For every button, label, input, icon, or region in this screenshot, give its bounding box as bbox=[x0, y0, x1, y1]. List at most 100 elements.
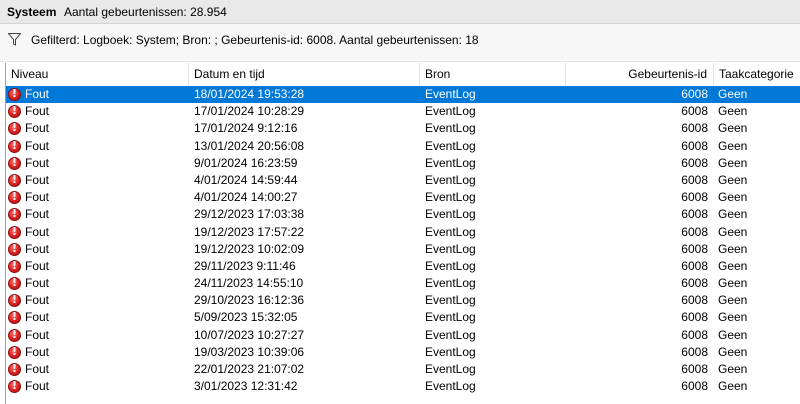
cell-task-category: Geen bbox=[718, 258, 748, 273]
table-row[interactable]: Fout 9/01/2024 16:23:59 EventLog 6008 Geen bbox=[6, 155, 800, 172]
cell-date: 17/01/2024 9:12:16 bbox=[194, 121, 298, 136]
error-icon bbox=[8, 362, 21, 376]
cell-task-category: Geen bbox=[718, 344, 748, 359]
cell-source: EventLog bbox=[425, 310, 476, 325]
cell-date: 29/10/2023 16:12:36 bbox=[194, 293, 305, 308]
cell-task-category: Geen bbox=[718, 362, 748, 376]
cell-task-category: Geen bbox=[718, 379, 748, 394]
cell-date: 3/01/2023 12:31:42 bbox=[194, 379, 298, 394]
cell-task-category: Geen bbox=[718, 207, 748, 222]
cell-event-id: 6008 bbox=[681, 310, 708, 325]
error-icon bbox=[8, 310, 21, 325]
cell-level: Fout bbox=[25, 138, 50, 153]
table-row[interactable]: Fout 17/01/2024 9:12:16 EventLog 6008 Geen bbox=[6, 120, 800, 137]
error-icon bbox=[8, 121, 21, 136]
error-icon bbox=[8, 379, 21, 394]
cell-event-id: 6008 bbox=[681, 172, 708, 187]
error-icon bbox=[8, 87, 21, 101]
table-row[interactable]: Fout 10/07/2023 10:27:27 EventLog 6008 Geen bbox=[6, 327, 800, 344]
column-header-event-id[interactable]: Gebeurtenis-id bbox=[566, 63, 714, 86]
cell-task-category: Geen bbox=[718, 224, 748, 239]
cell-level: Fout bbox=[25, 190, 50, 205]
error-icon bbox=[8, 104, 21, 119]
filter-description: Gefilterd: Logboek: System; Bron: ; Gebe… bbox=[31, 33, 479, 47]
cell-event-id: 6008 bbox=[681, 362, 708, 376]
cell-source: EventLog bbox=[425, 155, 476, 170]
table-row[interactable]: Fout 29/10/2023 16:12:36 EventLog 6008 Geen bbox=[6, 292, 800, 309]
cell-source: EventLog bbox=[425, 276, 476, 291]
table-row[interactable]: Fout 19/12/2023 17:57:22 EventLog 6008 Geen bbox=[6, 224, 800, 241]
cell-level: Fout bbox=[25, 379, 50, 394]
cell-level: Fout bbox=[25, 310, 50, 325]
cell-level: Fout bbox=[25, 87, 50, 101]
cell-level: Fout bbox=[25, 276, 50, 291]
cell-task-category: Geen bbox=[718, 327, 748, 342]
error-icon bbox=[8, 156, 21, 170]
cell-source: EventLog bbox=[425, 379, 476, 394]
cell-source: EventLog bbox=[425, 327, 476, 342]
column-header-source[interactable]: Bron bbox=[420, 63, 566, 86]
table-row[interactable]: Fout 4/01/2024 14:59:44 EventLog 6008 Geen bbox=[6, 172, 800, 189]
table-row[interactable]: Fout 24/11/2023 14:55:10 EventLog 6008 Geen bbox=[6, 275, 800, 292]
cell-task-category: Geen bbox=[718, 241, 748, 256]
cell-source: EventLog bbox=[425, 104, 476, 119]
cell-source: EventLog bbox=[425, 362, 476, 376]
cell-level: Fout bbox=[25, 293, 50, 308]
cell-task-category: Geen bbox=[718, 190, 748, 205]
error-icon bbox=[8, 242, 21, 256]
cell-date: 19/12/2023 17:57:22 bbox=[194, 224, 305, 239]
table-row[interactable]: Fout 29/12/2023 17:03:38 EventLog 6008 Geen bbox=[6, 206, 800, 223]
cell-source: EventLog bbox=[425, 258, 476, 273]
error-icon bbox=[8, 276, 21, 291]
error-icon bbox=[8, 173, 21, 187]
cell-source: EventLog bbox=[425, 344, 476, 359]
error-icon bbox=[8, 345, 21, 359]
cell-source: EventLog bbox=[425, 172, 476, 187]
filter-bar: Gefilterd: Logboek: System; Bron: ; Gebe… bbox=[0, 24, 800, 62]
cell-source: EventLog bbox=[425, 121, 476, 136]
error-icon bbox=[8, 293, 21, 308]
cell-event-id: 6008 bbox=[681, 344, 708, 359]
table-header: Niveau Datum en tijd Bron Gebeurtenis-id… bbox=[6, 63, 800, 87]
table-row[interactable]: Fout 18/01/2024 19:53:28 EventLog 6008 Geen bbox=[6, 86, 800, 104]
table-row[interactable]: Fout 19/12/2023 10:02:09 EventLog 6008 Geen bbox=[6, 241, 800, 258]
cell-source: EventLog bbox=[425, 138, 476, 153]
table-row[interactable]: Fout 22/01/2023 21:07:02 EventLog 6008 Geen bbox=[6, 361, 800, 378]
cell-level: Fout bbox=[25, 362, 50, 376]
table-row[interactable]: Fout 19/03/2023 10:39:06 EventLog 6008 Geen bbox=[6, 344, 800, 361]
error-icon bbox=[8, 259, 21, 273]
cell-date: 4/01/2024 14:59:44 bbox=[194, 172, 298, 187]
table-row[interactable]: Fout 13/01/2024 20:56:08 EventLog 6008 Geen bbox=[6, 138, 800, 155]
cell-level: Fout bbox=[25, 344, 50, 359]
table-row[interactable]: Fout 5/09/2023 15:32:05 EventLog 6008 Geen bbox=[6, 309, 800, 326]
cell-task-category: Geen bbox=[718, 121, 748, 136]
cell-date: 22/01/2023 21:07:02 bbox=[194, 362, 305, 376]
cell-event-id: 6008 bbox=[681, 138, 708, 153]
cell-level: Fout bbox=[25, 241, 50, 256]
table-row[interactable]: Fout 4/01/2024 14:00:27 EventLog 6008 Geen bbox=[6, 189, 800, 206]
cell-date: 5/09/2023 15:32:05 bbox=[194, 310, 298, 325]
cell-level: Fout bbox=[25, 121, 50, 136]
error-icon bbox=[8, 328, 21, 342]
cell-date: 18/01/2024 19:53:28 bbox=[194, 87, 305, 101]
cell-date: 19/03/2023 10:39:06 bbox=[194, 344, 305, 359]
cell-date: 9/01/2024 16:23:59 bbox=[194, 155, 298, 170]
cell-event-id: 6008 bbox=[681, 121, 708, 136]
cell-level: Fout bbox=[25, 327, 50, 342]
column-header-level[interactable]: Niveau bbox=[6, 63, 189, 86]
log-title-bar: Systeem Aantal gebeurtenissen: 28.954 bbox=[0, 0, 800, 24]
table-row[interactable]: Fout 3/01/2023 12:31:42 EventLog 6008 Geen bbox=[6, 378, 800, 395]
column-header-date[interactable]: Datum en tijd bbox=[189, 63, 420, 86]
cell-level: Fout bbox=[25, 207, 50, 222]
cell-event-id: 6008 bbox=[681, 276, 708, 291]
cell-level: Fout bbox=[25, 104, 50, 119]
table-row[interactable]: Fout 29/11/2023 9:11:46 EventLog 6008 Geen bbox=[6, 258, 800, 275]
cell-source: EventLog bbox=[425, 87, 476, 101]
cell-date: 13/01/2024 20:56:08 bbox=[194, 138, 305, 153]
cell-task-category: Geen bbox=[718, 310, 748, 325]
cell-date: 19/12/2023 10:02:09 bbox=[194, 241, 305, 256]
cell-level: Fout bbox=[25, 172, 50, 187]
cell-event-id: 6008 bbox=[681, 241, 708, 256]
column-header-task-category[interactable]: Taakcategorie bbox=[714, 63, 800, 86]
table-row[interactable]: Fout 17/01/2024 10:28:29 EventLog 6008 Geen bbox=[6, 103, 800, 120]
